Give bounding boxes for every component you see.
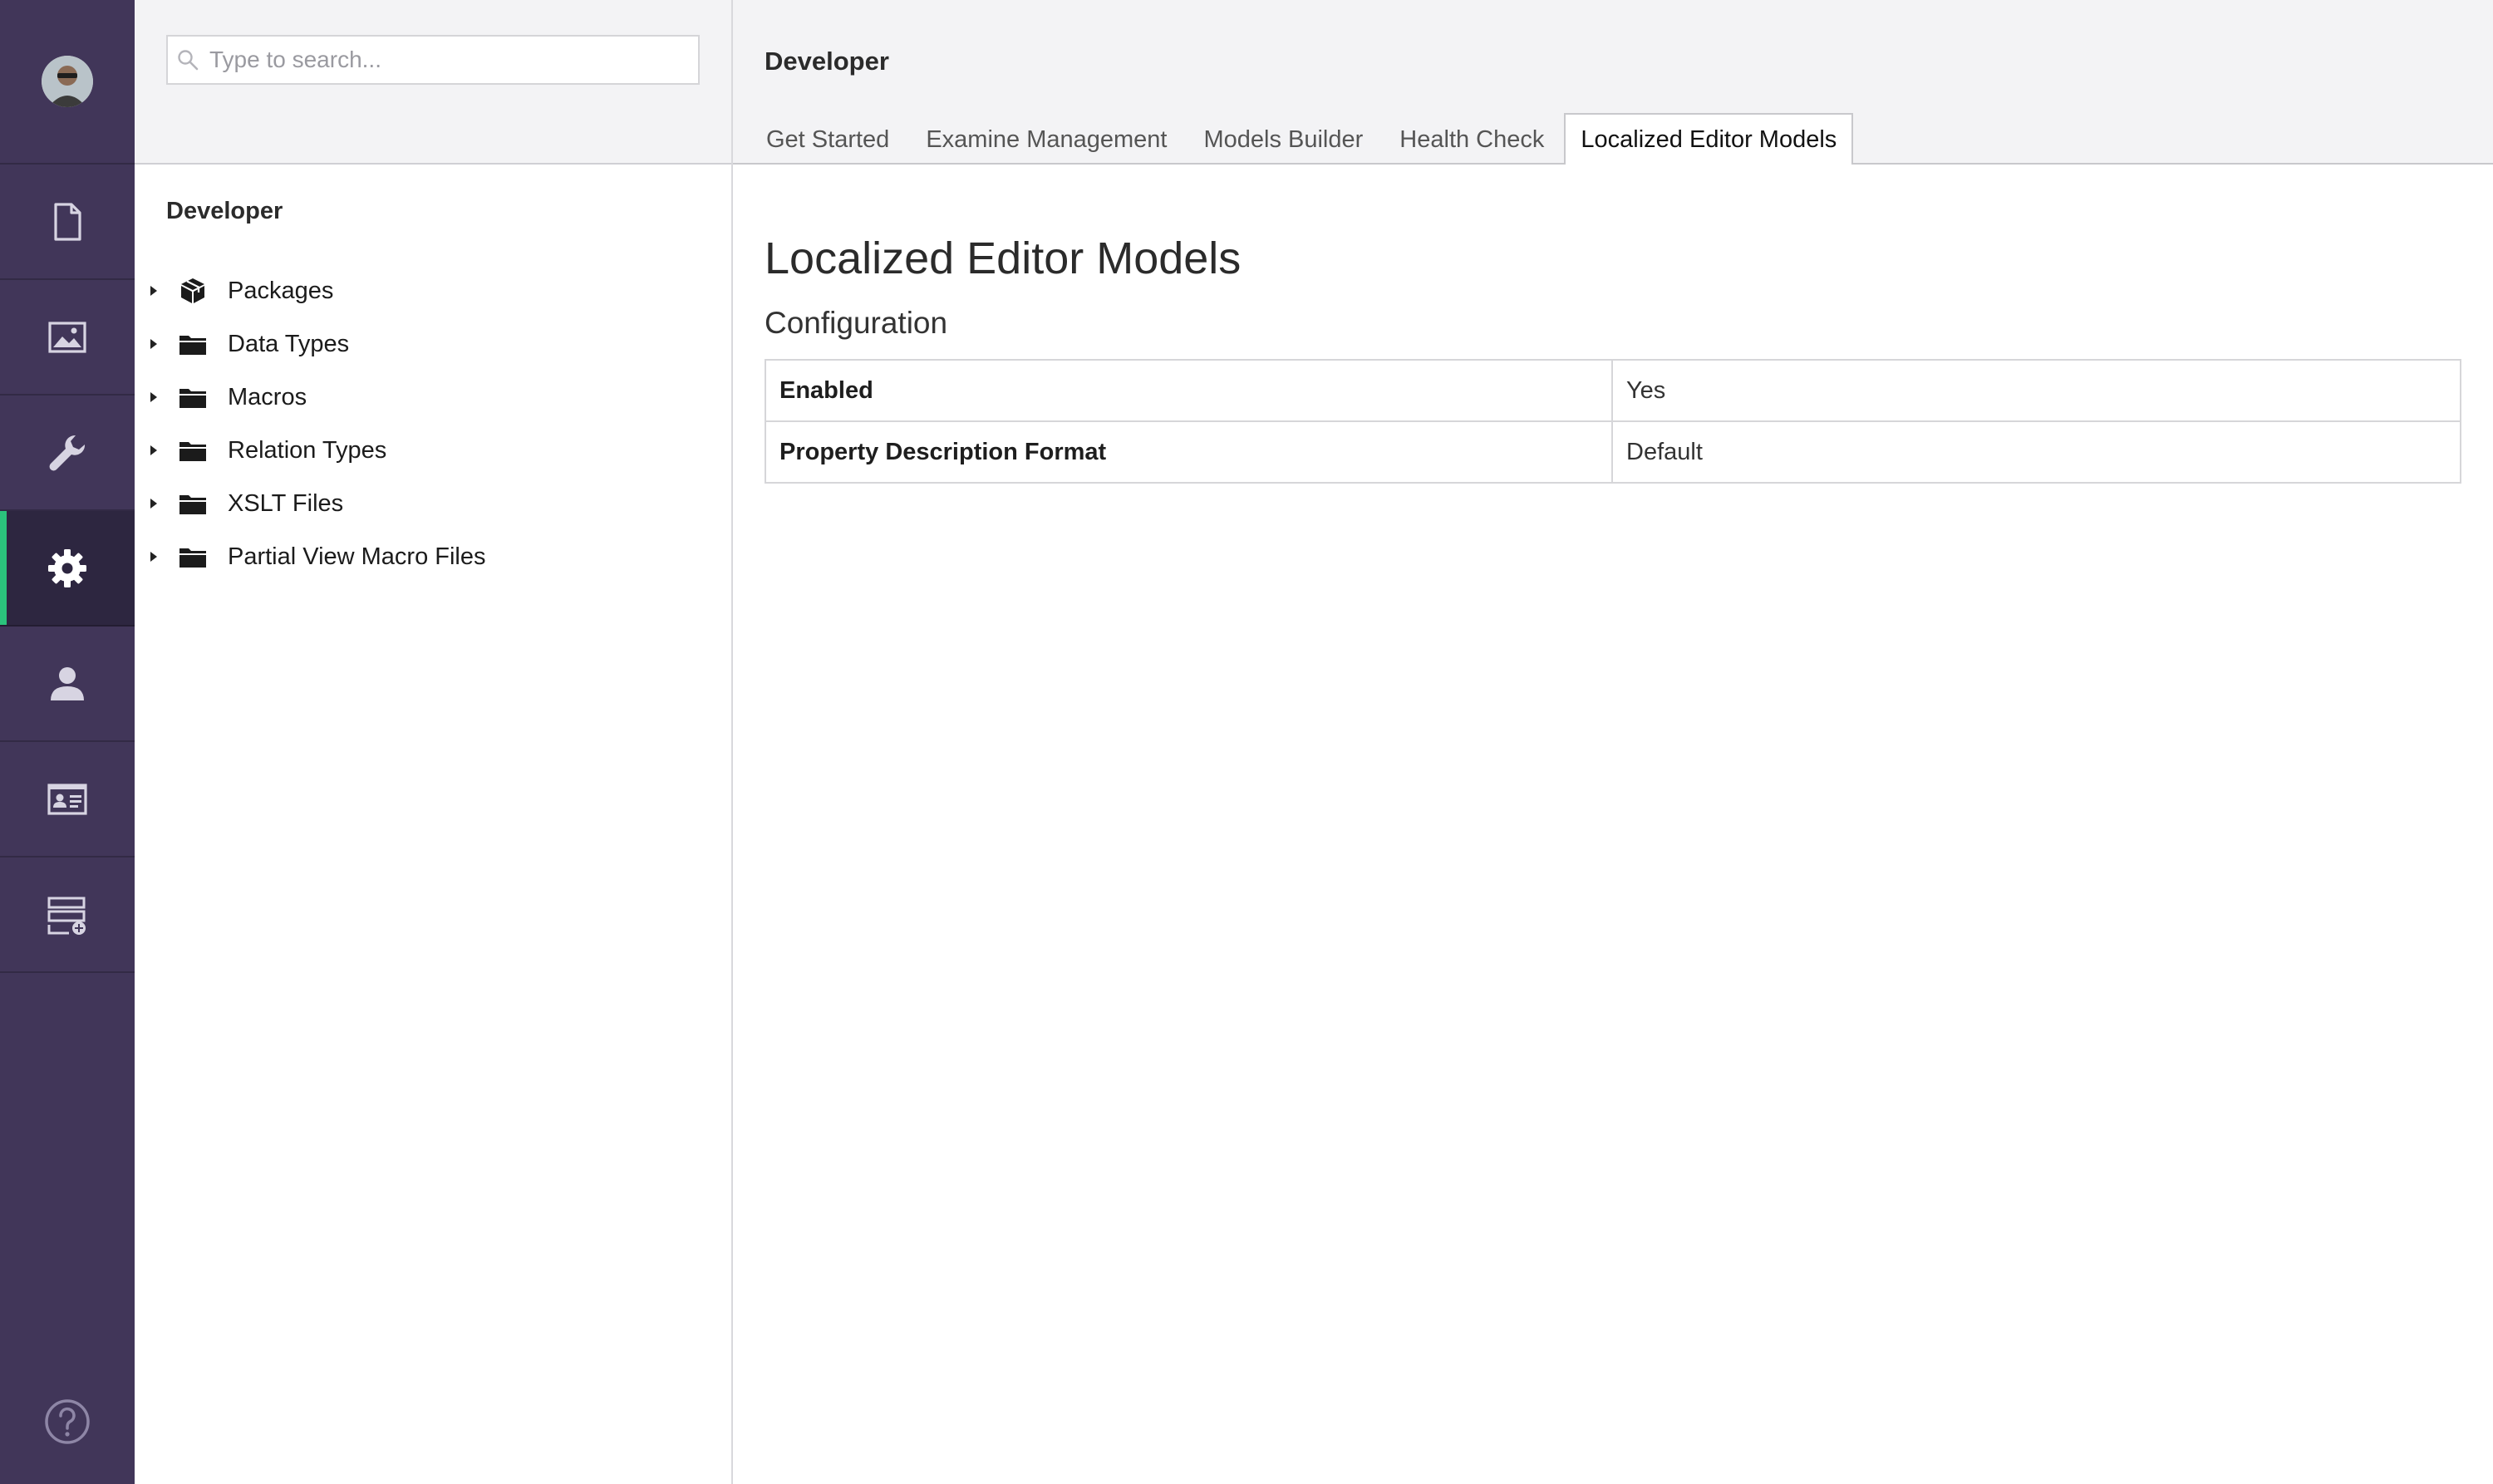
help-icon — [45, 1399, 90, 1444]
tree-item-macros[interactable]: Macros — [135, 371, 731, 424]
tree-item-xslt-files[interactable]: XSLT Files — [135, 477, 731, 530]
tree-item-packages[interactable]: Packages — [135, 264, 731, 317]
tree-item-label: Relation Types — [228, 436, 387, 464]
rail-item-content[interactable] — [0, 165, 135, 280]
tree-item-label: Packages — [228, 277, 334, 304]
expand-caret[interactable] — [143, 333, 165, 355]
tree-item-partial-view-macro-files[interactable]: Partial View Macro Files — [135, 530, 731, 583]
app-window: Developer Packages — [0, 0, 2493, 1484]
search-box[interactable] — [166, 35, 700, 85]
rail-item-members[interactable] — [0, 742, 135, 857]
caret-right-icon — [150, 552, 157, 562]
form-add-icon — [47, 897, 86, 935]
tab-localized-editor-models[interactable]: Localized Editor Models — [1564, 113, 1854, 165]
caret-right-icon — [150, 445, 157, 455]
expand-caret[interactable] — [143, 546, 165, 568]
rail-item-settings[interactable] — [0, 396, 135, 511]
tree-title: Developer — [166, 198, 283, 224]
tree-item-relation-types[interactable]: Relation Types — [135, 424, 731, 477]
user-avatar[interactable] — [42, 56, 93, 107]
table-row: Property Description Format Default — [765, 420, 2461, 484]
expand-caret[interactable] — [143, 493, 165, 514]
rail-item-forms[interactable] — [0, 857, 135, 973]
folder-icon — [176, 381, 209, 414]
folder-icon — [176, 327, 209, 361]
expand-caret[interactable] — [143, 386, 165, 408]
expand-caret[interactable] — [143, 280, 165, 302]
tree-header — [135, 0, 731, 165]
page-title: Developer — [765, 47, 889, 76]
search-icon — [178, 50, 199, 71]
dashboard-content: Localized Editor Models Configuration En… — [765, 233, 2461, 484]
rail-item-media[interactable] — [0, 280, 135, 396]
expand-caret[interactable] — [143, 440, 165, 461]
tab-bar: Get Started Examine Management Models Bu… — [750, 113, 1856, 165]
help-button[interactable] — [0, 1359, 135, 1484]
tree-item-label: Macros — [228, 383, 307, 410]
dashboard-heading: Localized Editor Models — [765, 233, 1242, 283]
config-key: Enabled — [765, 359, 1613, 422]
folder-icon — [176, 434, 209, 467]
table-row: Enabled Yes — [765, 359, 2461, 422]
gear-icon — [48, 548, 86, 587]
package-icon — [176, 274, 209, 307]
tab-models-builder[interactable]: Models Builder — [1187, 113, 1379, 165]
wrench-icon — [49, 435, 86, 470]
tab-get-started[interactable]: Get Started — [750, 113, 906, 165]
configuration-table: Enabled Yes Property Description Format … — [765, 359, 2461, 484]
caret-right-icon — [150, 392, 157, 402]
avatar-container — [0, 0, 135, 165]
config-value: Yes — [1611, 359, 2461, 422]
tree-list: Packages Data Types Macros Relation Type… — [135, 264, 731, 583]
tab-examine-management[interactable]: Examine Management — [909, 113, 1183, 165]
configuration-heading: Configuration — [765, 306, 948, 340]
config-value: Default — [1611, 420, 2461, 484]
document-icon — [54, 202, 81, 241]
tree-item-label: XSLT Files — [228, 489, 344, 517]
folder-icon — [176, 487, 209, 520]
tree-item-label: Data Types — [228, 330, 350, 357]
caret-right-icon — [150, 286, 157, 296]
search-input[interactable] — [199, 37, 698, 83]
id-card-icon — [47, 783, 87, 815]
section-rail — [0, 0, 135, 1484]
config-key: Property Description Format — [765, 420, 1613, 484]
caret-right-icon — [150, 339, 157, 349]
image-icon — [48, 321, 86, 353]
folder-icon — [176, 540, 209, 573]
caret-right-icon — [150, 499, 157, 509]
tree-panel: Developer Packages — [135, 0, 733, 1484]
editor-header: Developer Get Started Examine Management… — [733, 0, 2493, 165]
rail-item-users[interactable] — [0, 627, 135, 742]
user-icon — [51, 666, 84, 700]
tree-item-label: Partial View Macro Files — [228, 543, 486, 570]
rail-item-developer[interactable] — [0, 511, 135, 627]
tab-health-check[interactable]: Health Check — [1383, 113, 1561, 165]
main-panel: Developer Get Started Examine Management… — [733, 0, 2493, 1484]
tree-item-data-types[interactable]: Data Types — [135, 317, 731, 371]
